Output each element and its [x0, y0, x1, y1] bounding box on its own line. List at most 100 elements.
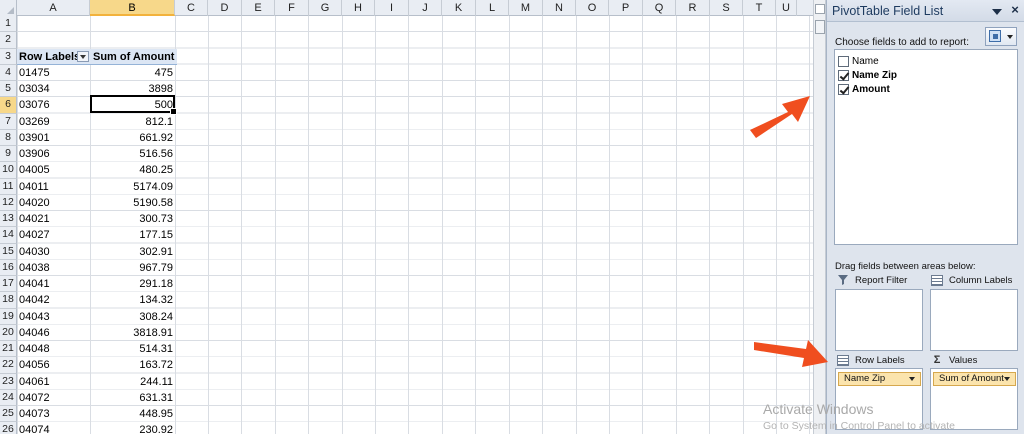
row-label-cell[interactable]: 04021: [19, 212, 50, 226]
field-label[interactable]: Name: [852, 56, 879, 67]
row-header-3[interactable]: 3: [0, 48, 17, 65]
sum-of-amount-field-pill[interactable]: Sum of Amount: [933, 372, 1016, 386]
row-header-14[interactable]: 14: [0, 227, 17, 244]
row-header-21[interactable]: 21: [0, 341, 17, 358]
amount-cell[interactable]: 475: [90, 66, 173, 80]
close-icon[interactable]: ×: [1008, 3, 1022, 17]
amount-cell[interactable]: 661.92: [90, 131, 173, 145]
row-header-5[interactable]: 5: [0, 81, 17, 98]
field-name-zip[interactable]: Name Zip: [838, 68, 897, 82]
column-header-u[interactable]: U: [776, 0, 797, 16]
column-header-h[interactable]: H: [342, 0, 375, 16]
worksheet[interactable]: ABCDEFGHIJKLMNOPQRSTU 1 2 3 4 5 6 7 8 9 10 11 12 13 1…: [0, 0, 813, 434]
row-header-9[interactable]: 9: [0, 146, 17, 163]
row-label-cell[interactable]: 04072: [19, 391, 50, 405]
field-label[interactable]: Amount: [852, 84, 890, 95]
select-all-corner[interactable]: [0, 0, 17, 16]
row-header-25[interactable]: 25: [0, 406, 17, 423]
row-label-cell[interactable]: 04020: [19, 196, 50, 210]
amount-cell[interactable]: 308.24: [90, 310, 173, 324]
row-header-18[interactable]: 18: [0, 292, 17, 309]
amount-cell[interactable]: 812.1: [90, 115, 173, 129]
row-label-cell[interactable]: 04011: [19, 180, 49, 194]
row-header-16[interactable]: 16: [0, 259, 17, 276]
column-header-m[interactable]: M: [509, 0, 543, 16]
field-name-zip-checkbox[interactable]: [838, 69, 849, 81]
amount-cell[interactable]: 514.31: [90, 342, 173, 356]
column-header-g[interactable]: G: [309, 0, 342, 16]
field-name[interactable]: Name: [838, 54, 879, 68]
row-label-cell[interactable]: 03034: [19, 82, 50, 96]
column-header-j[interactable]: J: [409, 0, 442, 16]
amount-cell[interactable]: 3818.91: [90, 326, 173, 340]
row-label-cell[interactable]: 04061: [19, 375, 50, 389]
column-labels-drop-area[interactable]: [930, 289, 1018, 351]
row-label-cell[interactable]: 01475: [19, 66, 50, 80]
amount-cell[interactable]: 134.32: [90, 293, 173, 307]
row-label-cell[interactable]: 04074: [19, 423, 50, 434]
row-header-11[interactable]: 11: [0, 178, 17, 195]
row-header-6[interactable]: 6: [0, 97, 17, 114]
row-header-1[interactable]: 1: [0, 16, 17, 33]
report-filter-drop-area[interactable]: [835, 289, 923, 351]
field-label[interactable]: Name Zip: [852, 70, 897, 81]
amount-cell[interactable]: 448.95: [90, 407, 173, 421]
column-header-i[interactable]: I: [375, 0, 409, 16]
row-header-15[interactable]: 15: [0, 243, 17, 260]
row-header-20[interactable]: 20: [0, 324, 17, 341]
row-labels-filter-button[interactable]: [77, 50, 89, 62]
amount-cell[interactable]: 302.91: [90, 245, 173, 259]
row-header-22[interactable]: 22: [0, 357, 17, 374]
field-amount[interactable]: Amount: [838, 82, 890, 96]
amount-cell[interactable]: 967.79: [90, 261, 173, 275]
row-label-cell[interactable]: 04042: [19, 293, 50, 307]
row-labels-header[interactable]: Row Labels: [19, 50, 80, 64]
amount-cell[interactable]: 3898: [90, 82, 173, 96]
row-label-cell[interactable]: 03269: [19, 115, 50, 129]
row-header-4[interactable]: 4: [0, 64, 17, 81]
amount-cell[interactable]: 291.18: [90, 277, 173, 291]
sum-of-amount-header[interactable]: Sum of Amount: [93, 50, 176, 64]
row-header-19[interactable]: 19: [0, 308, 17, 325]
row-label-cell[interactable]: 04041: [19, 277, 50, 291]
column-header-b[interactable]: B: [90, 0, 175, 16]
column-header-p[interactable]: P: [609, 0, 643, 16]
row-label-cell[interactable]: 04046: [19, 326, 50, 340]
amount-cell[interactable]: 5190.58: [90, 196, 173, 210]
row-label-cell[interactable]: 04030: [19, 245, 50, 259]
column-header-o[interactable]: O: [576, 0, 609, 16]
field-amount-checkbox[interactable]: [838, 83, 849, 95]
field-list-layout-button[interactable]: [985, 27, 1017, 46]
amount-cell[interactable]: 5174.09: [90, 180, 173, 194]
amount-cell[interactable]: 300.73: [90, 212, 173, 226]
row-label-cell[interactable]: 03076: [19, 98, 50, 112]
row-label-cell[interactable]: 04073: [19, 407, 50, 421]
row-header-10[interactable]: 10: [0, 162, 17, 179]
pane-options-dropdown[interactable]: [991, 5, 1003, 17]
row-label-cell[interactable]: 04056: [19, 358, 50, 372]
amount-cell[interactable]: 631.31: [90, 391, 173, 405]
row-header-12[interactable]: 12: [0, 194, 17, 211]
row-header-8[interactable]: 8: [0, 129, 17, 146]
column-header-e[interactable]: E: [242, 0, 275, 16]
row-header-17[interactable]: 17: [0, 276, 17, 293]
column-header-r[interactable]: R: [676, 0, 710, 16]
amount-cell[interactable]: 516.56: [90, 147, 173, 161]
column-header-c[interactable]: C: [175, 0, 208, 16]
row-header-23[interactable]: 23: [0, 373, 17, 390]
amount-cell[interactable]: 177.15: [90, 228, 173, 242]
row-label-cell[interactable]: 04048: [19, 342, 50, 356]
name-zip-field-pill[interactable]: Name Zip: [838, 372, 921, 386]
split-box[interactable]: [815, 4, 825, 14]
row-label-cell[interactable]: 04038: [19, 261, 50, 275]
field-name-checkbox[interactable]: [838, 55, 849, 67]
amount-cell[interactable]: 244.11: [90, 375, 173, 389]
scroll-thumb[interactable]: [815, 20, 825, 34]
amount-cell[interactable]: 230.92: [90, 423, 173, 434]
row-header-7[interactable]: 7: [0, 113, 17, 130]
row-header-2[interactable]: 2: [0, 32, 17, 49]
row-label-cell[interactable]: 04027: [19, 228, 50, 242]
active-cell-selection[interactable]: [90, 95, 177, 115]
amount-cell[interactable]: 480.25: [90, 163, 173, 177]
row-header-24[interactable]: 24: [0, 389, 17, 406]
